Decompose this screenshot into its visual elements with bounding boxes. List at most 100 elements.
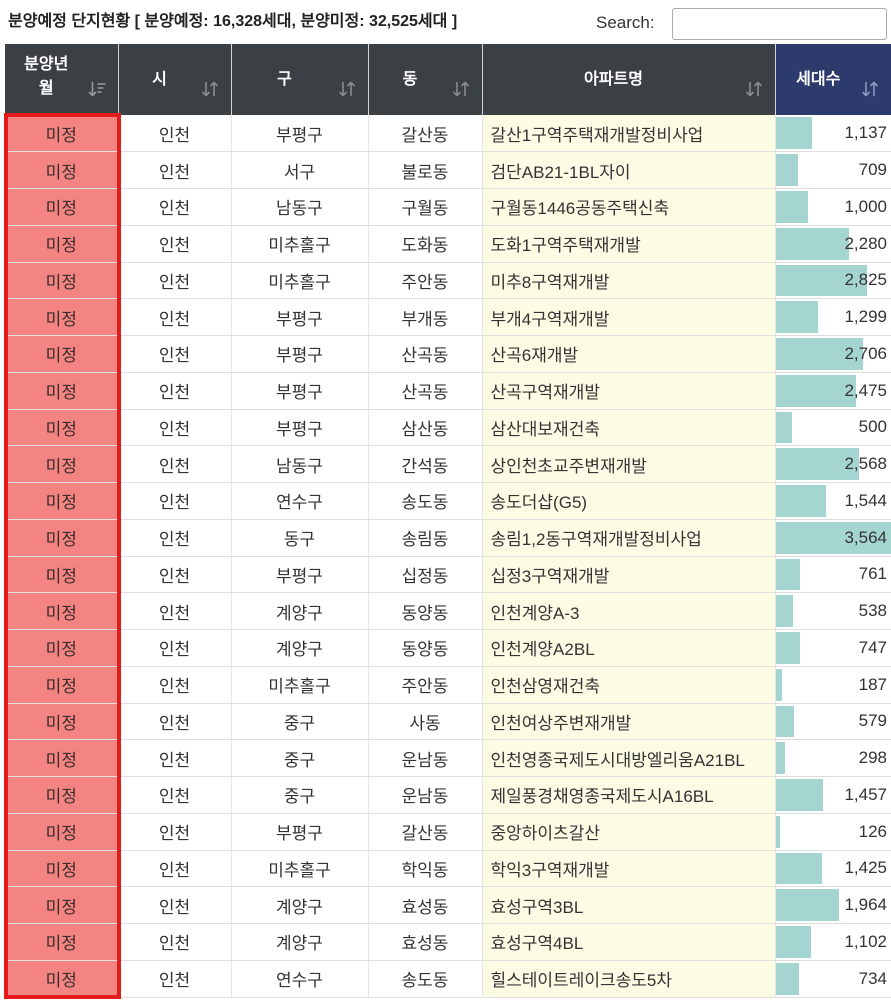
column-header-label: 구 [277,70,292,88]
cell-month: 미정 [5,335,119,373]
units-value: 709 [858,160,887,180]
table-row: 미정 인천 연수구 송도동 송도더샵(G5) 1,544 [5,482,891,520]
cell-units: 2,280 [775,225,891,263]
cell-month: 미정 [5,262,119,300]
cell-units: 1,425 [775,850,891,888]
cell-dong: 송도동 [368,482,483,520]
cell-units: 500 [775,409,891,447]
search-input[interactable] [672,8,887,40]
cell-units: 1,457 [775,776,891,814]
table-row: 미정 인천 미추홀구 주안동 인천삼영재건축 187 [5,666,891,704]
column-header-city[interactable]: 시 [118,44,232,115]
units-bar [775,889,840,921]
units-value: 747 [858,637,887,657]
cell-apt-name: 산곡6재개발 [482,335,776,373]
units-value: 1,137 [844,123,887,143]
cell-gu: 부평구 [231,556,369,594]
cell-units: 538 [775,592,891,630]
cell-month: 미정 [5,482,119,520]
cell-dong: 간석동 [368,445,483,483]
table-row: 미정 인천 중구 사동 인천여상주변재개발 579 [5,703,891,741]
cell-city: 인천 [118,813,232,851]
units-value: 761 [858,564,887,584]
cell-apt-name: 미추8구역재개발 [482,262,776,300]
table-row: 미정 인천 부평구 갈산동 갈산1구역주택재개발정비사업 1,137 [5,115,891,153]
cell-month: 미정 [5,188,119,226]
units-bar [775,815,780,848]
units-value: 1,457 [844,784,887,804]
column-header-label: 시 [152,70,167,88]
cell-apt-name: 송림1,2동구역재개발정비사업 [482,519,776,557]
cell-city: 인천 [118,556,232,594]
table-row: 미정 인천 계양구 효성동 효성구역4BL 1,102 [5,923,891,961]
cell-gu: 계양구 [231,629,369,667]
cell-gu: 부평구 [231,115,369,153]
cell-units: 298 [775,739,891,777]
cell-gu: 부평구 [231,335,369,373]
cell-apt-name: 학익3구역재개발 [482,850,776,888]
cell-dong: 산곡동 [368,372,483,410]
units-bar [775,926,812,958]
cell-month: 미정 [5,960,119,998]
cell-month: 미정 [5,445,119,483]
cell-dong: 주안동 [368,262,483,300]
cell-units: 2,825 [775,262,891,300]
cell-dong: 도화동 [368,225,483,263]
cell-month: 미정 [5,886,119,924]
table-row: 미정 인천 서구 불로동 검단AB21-1BL자이 709 [5,151,891,189]
cell-apt-name: 도화1구역주택재개발 [482,225,776,263]
column-header-label: 세대수 [796,70,841,88]
cell-units: 1,000 [775,188,891,226]
cell-month: 미정 [5,592,119,630]
column-header-units[interactable]: 세대수 [775,44,891,115]
column-header-month[interactable]: 분양년월 [5,44,119,115]
units-bar [775,411,792,444]
cell-apt-name: 제일풍경채영종국제도시A16BL [482,776,776,814]
cell-month: 미정 [5,629,119,667]
search-label: Search: [596,13,655,32]
cell-apt-name: 십정3구역재개발 [482,556,776,594]
table-row: 미정 인천 동구 송림동 송림1,2동구역재개발정비사업 3,564 [5,519,891,557]
units-value: 2,706 [844,343,887,363]
units-value: 1,964 [844,895,887,915]
cell-month: 미정 [5,151,119,189]
cell-city: 인천 [118,960,232,998]
cell-month: 미정 [5,923,119,961]
cell-city: 인천 [118,739,232,777]
cell-apt-name: 검단AB21-1BL자이 [482,151,776,189]
cell-apt-name: 효성구역4BL [482,923,776,961]
cell-month: 미정 [5,813,119,851]
cell-gu: 부평구 [231,372,369,410]
cell-city: 인천 [118,262,232,300]
cell-gu: 부평구 [231,813,369,851]
cell-apt-name: 인천여상주변재개발 [482,703,776,741]
cell-apt-name: 산곡구역재개발 [482,372,776,410]
cell-dong: 불로동 [368,151,483,189]
cell-apt-name: 삼산대보재건축 [482,409,776,447]
sort-desc-icon [88,80,106,98]
column-header-gu[interactable]: 구 [231,44,369,115]
cell-gu: 중구 [231,739,369,777]
units-value: 579 [858,711,887,731]
cell-month: 미정 [5,556,119,594]
units-bar [775,558,801,591]
cell-gu: 계양구 [231,886,369,924]
units-bar [775,117,813,150]
cell-dong: 갈산동 [368,813,483,851]
table-row: 미정 인천 중구 운남동 제일풍경채영종국제도시A16BL 1,457 [5,776,891,814]
sort-icon [452,80,470,98]
column-header-dong[interactable]: 동 [368,44,483,115]
cell-month: 미정 [5,298,119,336]
cell-dong: 주안동 [368,666,483,704]
table-row: 미정 인천 부평구 산곡동 산곡6재개발 2,706 [5,335,891,373]
cell-city: 인천 [118,372,232,410]
cell-month: 미정 [5,739,119,777]
units-bar [775,668,782,701]
cell-gu: 남동구 [231,188,369,226]
table-row: 미정 인천 중구 운남동 인천영종국제도시대방엘리움A21BL 298 [5,739,891,777]
cell-dong: 송도동 [368,960,483,998]
column-header-apt-name[interactable]: 아파트명 [482,44,776,115]
column-header-label: 분양년월 [24,55,69,97]
cell-apt-name: 송도더샵(G5) [482,482,776,520]
cell-units: 2,568 [775,445,891,483]
